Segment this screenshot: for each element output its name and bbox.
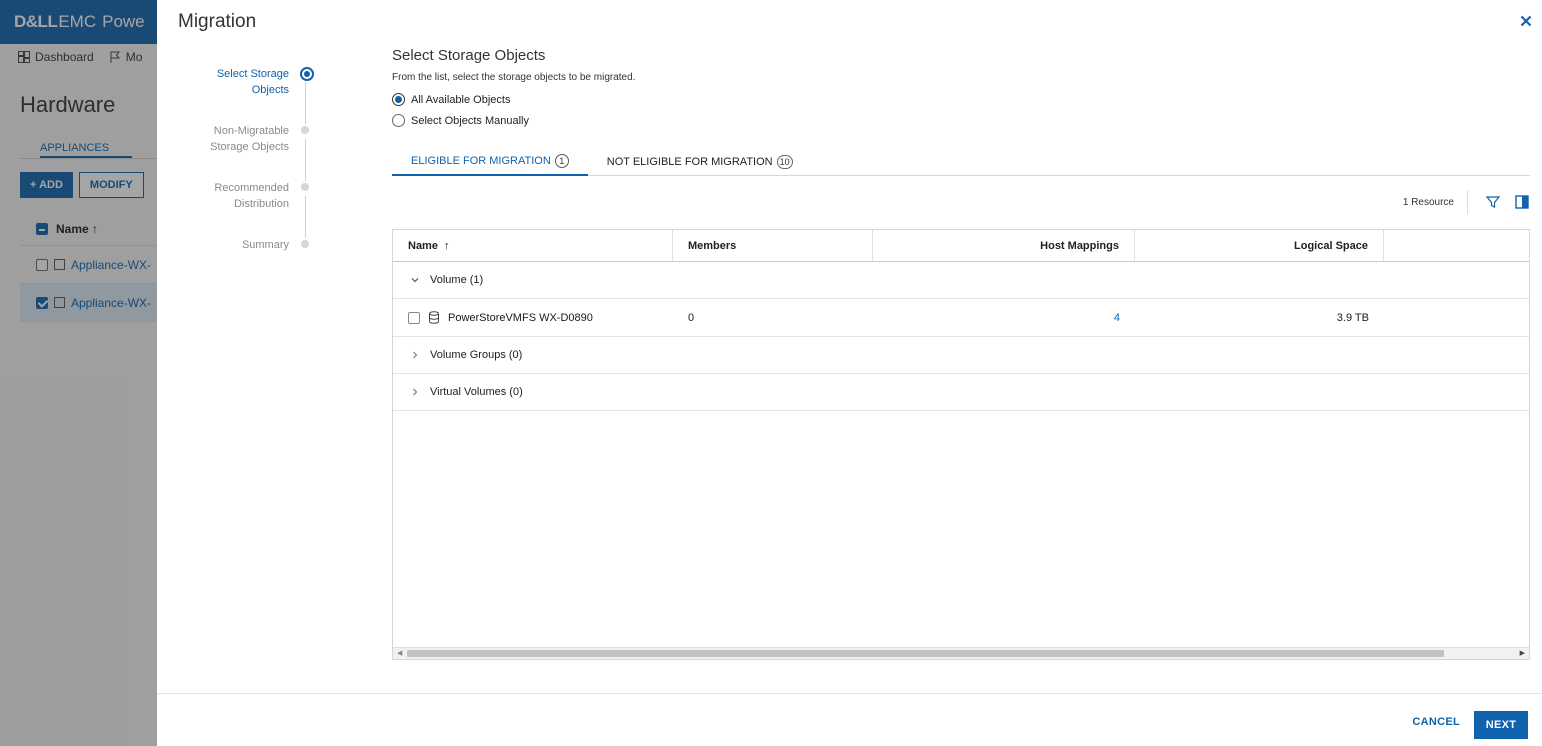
radio-label: All Available Objects xyxy=(411,93,511,106)
tab-label: NOT ELIGIBLE FOR MIGRATION xyxy=(606,156,773,168)
host-mappings-link[interactable]: 4 xyxy=(873,299,1135,337)
migration-dialog: Migration Select Storage Objects Non-Mig… xyxy=(157,0,1542,746)
column-header-members[interactable]: Members xyxy=(673,230,873,261)
section-description: From the list, select the storage object… xyxy=(392,72,636,83)
step-indicator-active xyxy=(300,67,314,81)
step-label: Recommended Distribution xyxy=(179,180,289,212)
radio-button[interactable] xyxy=(392,114,405,127)
step-connector xyxy=(305,196,306,238)
step-label-line1: Recommended xyxy=(214,182,289,194)
close-button[interactable] xyxy=(1520,12,1542,32)
chevron-right-icon[interactable] xyxy=(410,387,420,397)
step-connector xyxy=(305,139,306,181)
row-checkbox[interactable] xyxy=(408,311,420,324)
table-toolbar: 1 Resource xyxy=(392,190,1530,216)
dialog-content: Select Storage Objects From the list, se… xyxy=(392,47,1530,660)
group-label: Virtual Volumes (0) xyxy=(430,386,523,398)
column-header-name[interactable]: Name ↑ xyxy=(393,230,673,261)
column-header-label: Logical Space xyxy=(1294,239,1368,252)
step-label-line2: Storage Objects xyxy=(210,141,289,153)
group-row-volume-groups[interactable]: Volume Groups (0) xyxy=(393,337,1529,374)
step-select-storage-objects[interactable]: Select Storage Objects xyxy=(179,62,319,124)
tab-not-eligible-for-migration[interactable]: NOT ELIGIBLE FOR MIGRATION 10 xyxy=(588,148,812,176)
table-row[interactable]: PowerStoreVMFS WX-D0890 0 4 3.9 TB xyxy=(393,299,1529,337)
table-header: Name ↑ Members Host Mappings Logical Spa… xyxy=(393,230,1529,262)
chevron-down-icon[interactable] xyxy=(410,275,420,285)
scroll-right-arrow-icon[interactable]: ▶ xyxy=(1520,649,1525,657)
radio-select-objects-manually[interactable]: Select Objects Manually xyxy=(392,114,1530,127)
scroll-left-arrow-icon[interactable]: ◀ xyxy=(397,649,402,657)
column-header-label: Name xyxy=(408,239,438,252)
column-header-label: Host Mappings xyxy=(1040,239,1119,252)
volume-name: PowerStoreVMFS WX-D0890 xyxy=(448,311,593,324)
step-connector xyxy=(305,82,306,124)
step-non-migratable: Non-Migratable Storage Objects xyxy=(179,119,319,181)
step-label-line1: Summary xyxy=(241,239,289,251)
tab-count-badge: 1 xyxy=(554,154,569,168)
filter-icon[interactable] xyxy=(1485,194,1501,210)
sort-ascending-icon: ↑ xyxy=(443,239,450,252)
tab-count-badge: 10 xyxy=(776,155,793,169)
step-label-line2: Distribution xyxy=(233,198,289,210)
footer-divider xyxy=(157,693,1542,694)
step-label: Non-Migratable Storage Objects xyxy=(179,123,289,155)
step-label-line1: Non-Migratable xyxy=(213,125,289,137)
horizontal-scrollbar[interactable]: ◀ ▶ xyxy=(393,647,1529,659)
volume-icon xyxy=(429,311,439,324)
step-label: Summary xyxy=(179,237,289,253)
scrollbar-thumb[interactable] xyxy=(407,650,1444,657)
group-row-virtual-volumes[interactable]: Virtual Volumes (0) xyxy=(393,374,1529,411)
cell-logical-space: 3.9 TB xyxy=(1336,311,1369,324)
cell-name: PowerStoreVMFS WX-D0890 xyxy=(393,299,673,337)
cancel-button[interactable]: CANCEL xyxy=(1412,716,1460,728)
modal-backdrop xyxy=(0,0,157,746)
dialog-title: Migration xyxy=(178,11,257,32)
radio-label: Select Objects Manually xyxy=(411,114,529,127)
radio-button-selected[interactable] xyxy=(392,93,405,106)
group-label: Volume Groups (0) xyxy=(430,349,523,361)
step-label-line2: Objects xyxy=(251,84,289,96)
step-summary: Summary xyxy=(179,233,319,290)
close-icon xyxy=(1520,15,1532,27)
step-label: Select Storage Objects xyxy=(179,66,289,98)
step-indicator xyxy=(301,183,309,191)
next-button[interactable]: NEXT xyxy=(1474,711,1528,739)
step-indicator xyxy=(301,240,309,248)
column-header-host-mappings[interactable]: Host Mappings xyxy=(873,230,1135,261)
step-recommended-distribution: Recommended Distribution xyxy=(179,176,319,238)
column-header-logical-space[interactable]: Logical Space xyxy=(1135,230,1384,261)
tab-eligible-for-migration[interactable]: ELIGIBLE FOR MIGRATION 1 xyxy=(392,148,588,176)
step-label-line1: Select Storage xyxy=(216,68,289,80)
cell-members: 0 xyxy=(688,311,695,324)
radio-all-available-objects[interactable]: All Available Objects xyxy=(392,93,1530,106)
toolbar-divider xyxy=(1467,190,1468,214)
resource-count: 1 Resource xyxy=(1402,197,1454,208)
group-row-volume[interactable]: Volume (1) xyxy=(393,262,1529,299)
section-title: Select Storage Objects xyxy=(392,47,546,64)
group-label: Volume (1) xyxy=(430,274,484,286)
chevron-right-icon[interactable] xyxy=(410,350,420,360)
column-header-filler xyxy=(1384,230,1529,261)
step-indicator xyxy=(301,126,309,134)
column-header-label: Members xyxy=(688,239,737,252)
columns-icon[interactable] xyxy=(1515,195,1529,209)
storage-objects-table: Name ↑ Members Host Mappings Logical Spa… xyxy=(392,229,1530,660)
wizard-stepper: Select Storage Objects Non-Migratable St… xyxy=(179,62,319,290)
migration-tabs: ELIGIBLE FOR MIGRATION 1 NOT ELIGIBLE FO… xyxy=(392,148,1530,176)
tab-label: ELIGIBLE FOR MIGRATION xyxy=(411,155,551,167)
